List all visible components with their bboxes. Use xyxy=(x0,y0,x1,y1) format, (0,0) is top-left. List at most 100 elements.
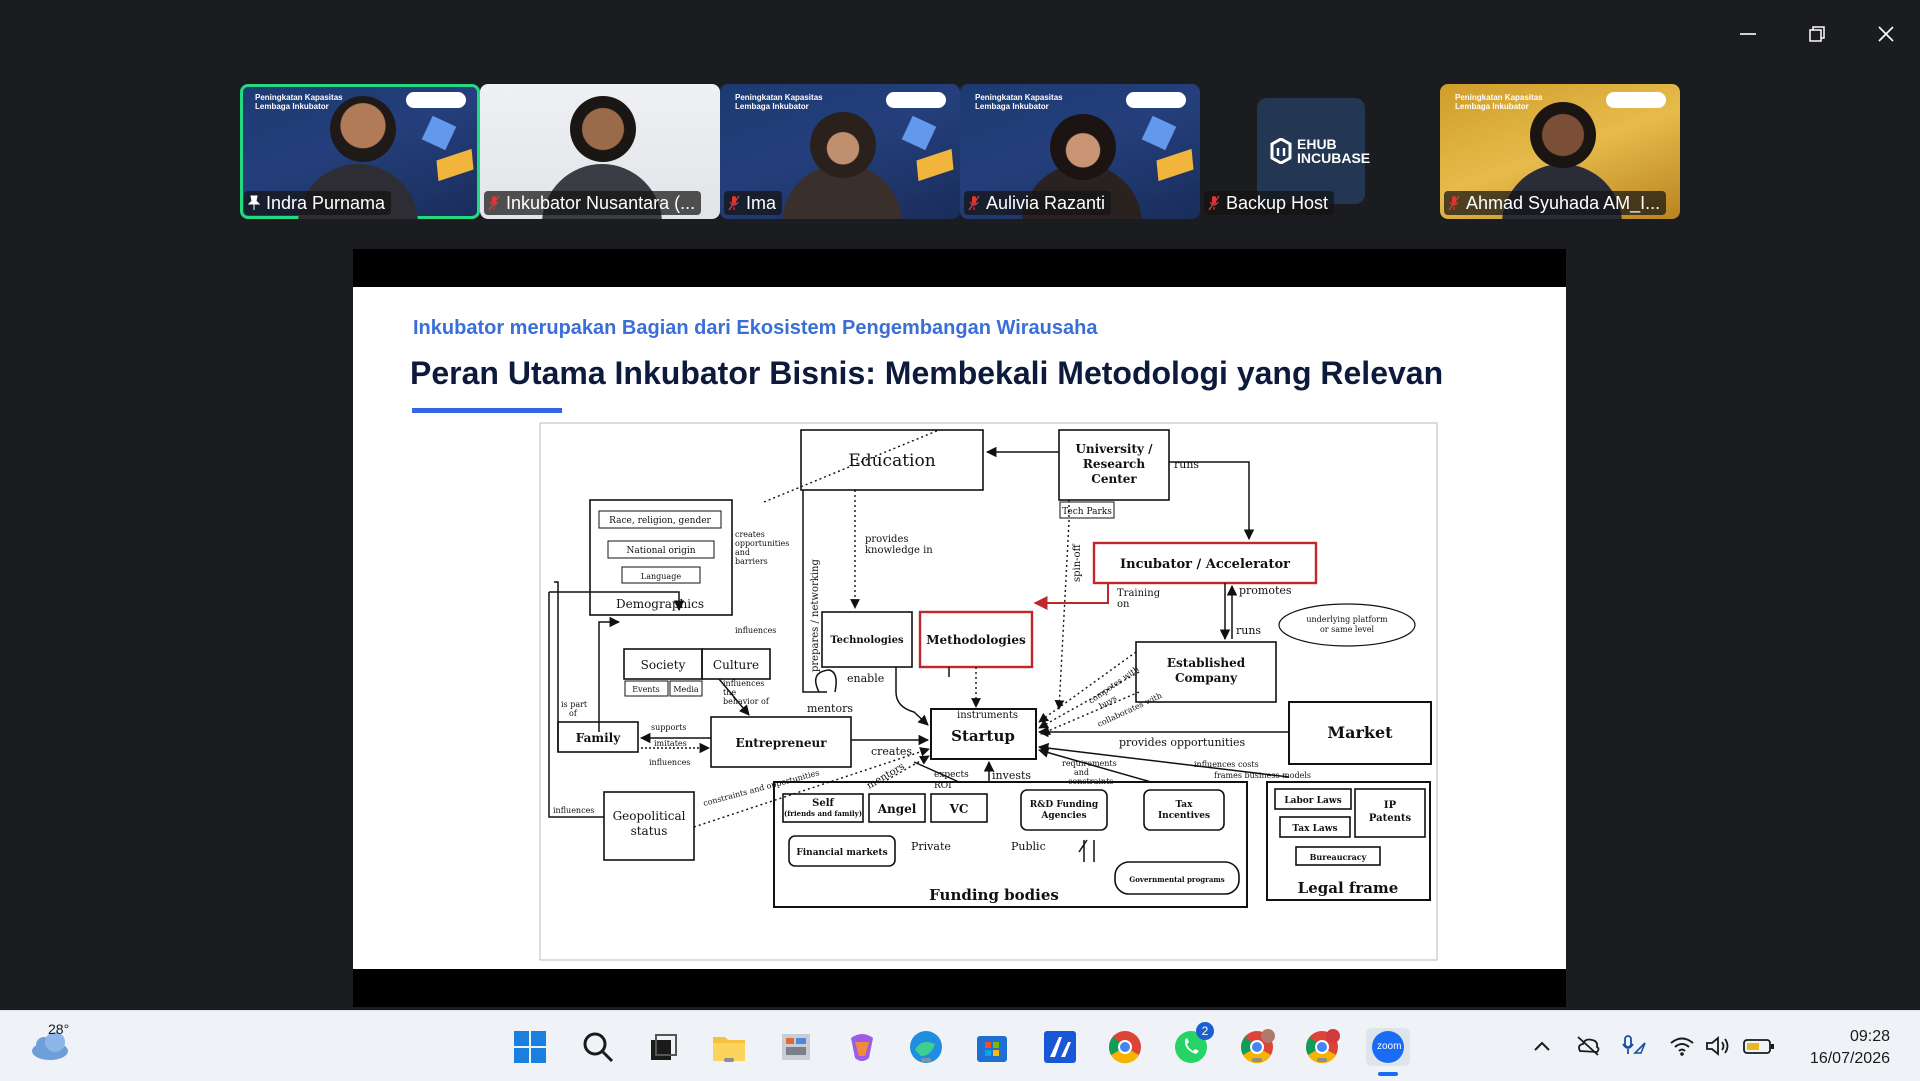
close-icon xyxy=(1878,26,1894,42)
edge-button[interactable] xyxy=(907,1028,945,1066)
expects-roi-label: ROI xyxy=(934,781,952,791)
provides-knowledge-label: knowledge in xyxy=(865,545,933,556)
participant-tile-aulivia[interactable]: Peningkatan Kapasitas Lembaga Inkubator … xyxy=(960,84,1200,219)
copilot-button[interactable] xyxy=(843,1028,881,1066)
search-icon xyxy=(583,1032,614,1063)
decoration xyxy=(421,115,457,151)
private-label: Private xyxy=(911,840,951,853)
ecosystem-diagram: Education University / Research Center T… xyxy=(539,422,1438,961)
battery-status[interactable] xyxy=(1742,1033,1776,1059)
presentation-slide: Inkubator merupakan Bagian dari Ekosiste… xyxy=(353,287,1566,969)
taskbar: 28° 2 zoom 09:28 16/07/2026 xyxy=(0,1010,1920,1081)
runs-label: runs xyxy=(1174,458,1199,471)
minimize-button[interactable] xyxy=(1728,18,1768,50)
ip-label: Patents xyxy=(1369,813,1412,824)
app-button[interactable] xyxy=(777,1028,815,1066)
decoration xyxy=(916,148,954,182)
ehub-incubase-logo: EHUB INCUBASE xyxy=(1257,98,1370,204)
public-label: Public xyxy=(1011,840,1046,853)
mic-muted-icon xyxy=(1448,195,1460,211)
national-label: National origin xyxy=(626,546,695,556)
chrome-button[interactable] xyxy=(1106,1028,1144,1066)
zoom-button[interactable]: zoom xyxy=(1366,1028,1410,1076)
date-text: 16/07/2026 xyxy=(1809,1050,1890,1067)
incubator-label: Incubator / Accelerator xyxy=(1120,557,1290,572)
participant-tile-indra[interactable]: Peningkatan Kapasitas Lembaga Inkubator … xyxy=(240,84,480,219)
brand-text: Peningkatan Kapasitas Lembaga Inkubator xyxy=(735,93,823,111)
search-button[interactable] xyxy=(579,1028,617,1066)
sponsor-logos xyxy=(1126,92,1186,108)
chrome-profile-button-2[interactable] xyxy=(1303,1028,1341,1066)
instruments-label: instruments xyxy=(957,710,1018,721)
established-label: Company xyxy=(1175,671,1238,685)
slide-subtitle: Inkubator merupakan Bagian dari Ekosiste… xyxy=(413,317,1098,339)
entrepreneur-label: Entrepreneur xyxy=(735,736,827,750)
show-hidden-icons-button[interactable] xyxy=(1528,1033,1556,1059)
microphone-status[interactable] xyxy=(1620,1033,1648,1059)
influences-label: influences xyxy=(649,758,690,767)
labor-laws-label: Labor Laws xyxy=(1284,796,1341,806)
provides-knowledge-label: provides xyxy=(865,534,909,545)
weather-widget[interactable]: 28° xyxy=(28,1021,78,1071)
minimize-icon xyxy=(1740,33,1756,35)
chevron-up-icon xyxy=(1534,1041,1550,1051)
file-explorer-button[interactable] xyxy=(710,1028,748,1066)
person-avatar xyxy=(570,96,636,162)
pin-icon xyxy=(248,195,260,210)
society-label: Society xyxy=(641,658,686,672)
tax-laws-label: Tax Laws xyxy=(1292,824,1337,834)
language-label: Language xyxy=(641,572,681,581)
volume-status[interactable] xyxy=(1704,1033,1732,1059)
ip-label: IP xyxy=(1384,800,1397,811)
app-grid-icon xyxy=(782,1034,810,1060)
university-label: Center xyxy=(1091,472,1137,486)
enable-label: enable xyxy=(847,672,884,685)
angel-label: Angel xyxy=(877,802,917,816)
mic-muted-icon xyxy=(728,195,740,211)
creates-opp-label: creates xyxy=(735,530,765,539)
close-button[interactable] xyxy=(1866,18,1906,50)
culture-label: Culture xyxy=(713,658,759,672)
is-part-of-label: is part xyxy=(561,700,588,709)
market-label: Market xyxy=(1327,723,1393,742)
onedrive-status[interactable] xyxy=(1574,1033,1602,1059)
whatsapp-button[interactable]: 2 xyxy=(1172,1022,1214,1066)
task-view-button[interactable] xyxy=(643,1028,681,1066)
name-label: Backup Host xyxy=(1204,191,1335,215)
chrome-profile-button[interactable] xyxy=(1238,1028,1276,1066)
participant-tile-inkubator-nusantara[interactable]: Inkubator Nusantara (... xyxy=(480,84,720,219)
influences-behavior-label: the xyxy=(723,688,736,697)
restore-button[interactable] xyxy=(1797,18,1837,50)
creates-opp-label: barriers xyxy=(735,557,768,566)
app-blue-button[interactable] xyxy=(1041,1028,1079,1066)
education-label: Education xyxy=(848,451,935,471)
slide-title: Peran Utama Inkubator Bisnis: Membekali … xyxy=(410,355,1444,391)
mentors-label: mentors xyxy=(807,702,853,715)
clock[interactable]: 09:28 16/07/2026 xyxy=(1810,1026,1890,1070)
app-blue-icon xyxy=(1044,1031,1076,1063)
prepares-label: prepares / networking xyxy=(810,559,821,672)
expects-roi-label: expects xyxy=(934,770,969,780)
is-part-of-label: of xyxy=(569,709,578,718)
participant-tile-ima[interactable]: Peningkatan Kapasitas Lembaga Inkubator … xyxy=(720,84,960,219)
decoration xyxy=(1156,148,1194,182)
start-button[interactable] xyxy=(511,1028,549,1066)
startup-label: Startup xyxy=(951,727,1015,745)
wifi-icon xyxy=(1670,1037,1694,1056)
influences-behavior-label: behavior of xyxy=(723,697,770,706)
mic-muted-icon xyxy=(968,195,980,211)
spin-off-label: spin-off xyxy=(1072,543,1083,582)
store-button[interactable] xyxy=(973,1028,1011,1066)
wifi-status[interactable] xyxy=(1668,1033,1696,1059)
creates-opp-label: and xyxy=(735,548,750,557)
training-label: on xyxy=(1117,599,1130,610)
participant-tile-ahmad[interactable]: Peningkatan Kapasitas Lembaga Inkubator … xyxy=(1440,84,1680,219)
methodologies-label: Methodologies xyxy=(926,633,1026,647)
mic-muted-icon xyxy=(488,195,500,211)
supports-label: supports xyxy=(651,723,686,732)
store-icon xyxy=(977,1036,1007,1062)
decoration xyxy=(901,115,937,151)
influences-label: influences xyxy=(553,806,594,815)
participant-tile-backup-host[interactable]: EHUB INCUBASE Backup Host xyxy=(1200,84,1440,219)
requirements-label: constraints xyxy=(1068,777,1113,786)
